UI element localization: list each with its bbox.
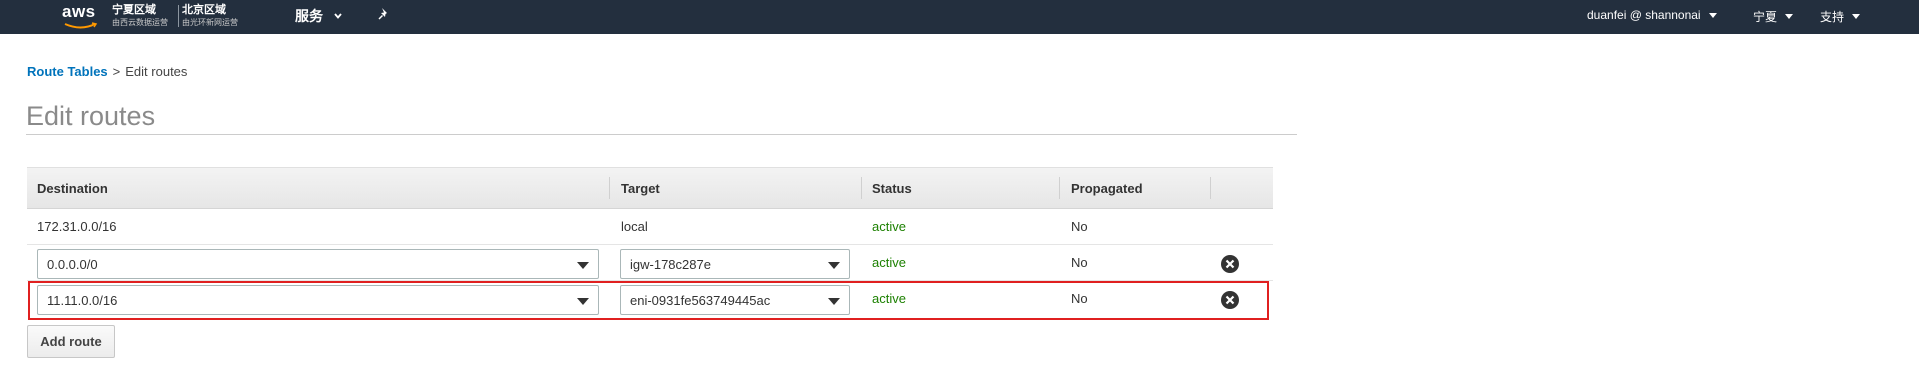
region-ningxia-title: 宁夏区域 <box>112 4 156 16</box>
aws-logo[interactable]: aws <box>62 2 102 30</box>
column-header-target: Target <box>621 181 660 196</box>
status-text: active <box>872 255 906 270</box>
caret-down-icon <box>1852 14 1861 19</box>
aws-smile-icon <box>64 22 98 29</box>
caret-down-icon <box>1785 14 1794 19</box>
highlight-annotation-box <box>28 281 1269 320</box>
breadcrumb-current: Edit routes <box>125 64 188 79</box>
title-divider <box>26 134 1297 135</box>
services-menu-label: 服务 <box>295 8 323 24</box>
breadcrumb-separator: > <box>112 64 121 79</box>
support-menu[interactable]: 支持 <box>1820 8 1861 25</box>
region-menu-label: 宁夏 <box>1753 10 1778 24</box>
region-menu[interactable]: 宁夏 <box>1753 8 1794 25</box>
region-beijing-subtitle: 由光环新网运营 <box>182 18 238 27</box>
column-header-propagated: Propagated <box>1071 181 1143 196</box>
close-icon <box>1225 259 1235 269</box>
top-nav-bar: aws 宁夏区域 由西云数据运营 北京区域 由光环新网运营 服务 duanfei… <box>0 0 1919 34</box>
services-menu[interactable]: 服务 <box>295 6 343 26</box>
caret-down-icon <box>1708 12 1717 18</box>
pin-icon[interactable] <box>376 6 392 22</box>
table-row: 0.0.0.0/0 igw-178c287e active No <box>27 245 1273 281</box>
column-header-destination: Destination <box>37 181 108 196</box>
column-separator <box>861 177 862 199</box>
propagated-text: No <box>1071 255 1088 270</box>
target-select-value: igw-178c287e <box>630 257 711 272</box>
destination-select-value: 0.0.0.0/0 <box>47 257 98 272</box>
column-separator <box>1059 177 1060 199</box>
propagated-text: No <box>1071 219 1088 234</box>
chevron-down-icon <box>334 13 342 19</box>
remove-route-button[interactable] <box>1221 255 1239 273</box>
table-row: 172.31.0.0/16 local active No <box>27 209 1273 245</box>
table-header: Destination Target Status Propagated <box>27 167 1273 209</box>
region-ningxia[interactable]: 宁夏区域 由西云数据运营 <box>112 3 168 28</box>
column-separator <box>609 177 610 199</box>
column-separator <box>1210 177 1211 199</box>
support-menu-label: 支持 <box>1820 10 1845 24</box>
status-text: active <box>872 219 906 234</box>
column-header-status: Status <box>872 181 912 196</box>
caret-down-icon <box>577 262 589 269</box>
user-menu[interactable]: duanfei @ shannonai <box>1587 8 1717 22</box>
user-menu-label: duanfei @ shannonai <box>1587 8 1701 22</box>
page-title: Edit routes <box>26 101 156 131</box>
region-divider <box>178 5 179 27</box>
region-ningxia-subtitle: 由西云数据运营 <box>112 18 168 27</box>
breadcrumb-route-tables-link[interactable]: Route Tables <box>27 64 108 79</box>
region-beijing-title: 北京区域 <box>182 4 226 16</box>
caret-down-icon <box>828 262 840 269</box>
aws-logo-text: aws <box>62 2 96 21</box>
target-text: local <box>621 219 648 234</box>
target-select[interactable]: igw-178c287e <box>620 249 850 279</box>
add-route-button[interactable]: Add route <box>27 325 115 358</box>
breadcrumb: Route Tables > Edit routes <box>27 64 187 79</box>
region-beijing[interactable]: 北京区域 由光环新网运营 <box>182 3 238 28</box>
destination-select[interactable]: 0.0.0.0/0 <box>37 249 599 279</box>
destination-text: 172.31.0.0/16 <box>37 219 117 234</box>
